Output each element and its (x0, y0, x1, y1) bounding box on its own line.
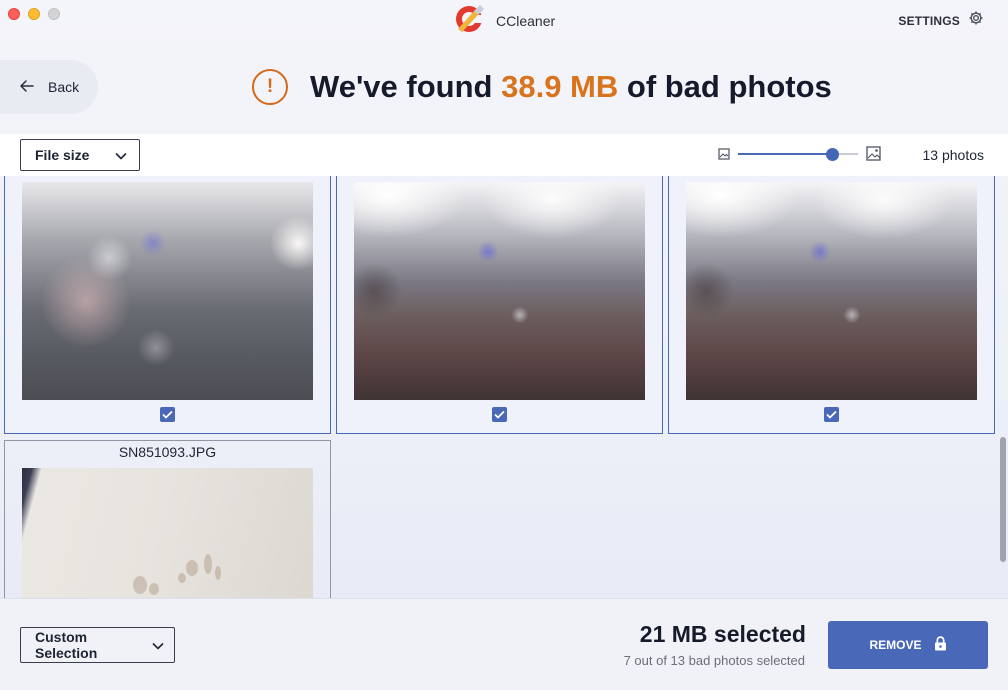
title-bar: CCleaner SETTINGS (0, 0, 1008, 40)
photo-grid: SN851093.JPG (0, 176, 1008, 598)
lock-icon (934, 636, 947, 654)
headline-text: We've found 38.9 MB of bad photos (310, 69, 832, 105)
selection-mode-value: Custom Selection (35, 629, 98, 661)
slider-handle[interactable] (825, 148, 839, 161)
sort-dropdown-value: File size (35, 147, 90, 163)
page-title: ! We've found 38.9 MB of bad photos (252, 66, 832, 108)
remove-button[interactable]: REMOVE (828, 621, 988, 669)
footer-bar: Custom Selection 21 MB selected 7 out of… (0, 598, 1008, 690)
photo-tile[interactable] (4, 176, 331, 434)
blurry-photo-thumbnail[interactable] (686, 182, 977, 400)
settings-button[interactable]: SETTINGS (898, 10, 984, 31)
sort-dropdown[interactable]: File size (20, 139, 140, 171)
headline-suffix: of bad photos (618, 69, 832, 104)
slider-fill (738, 153, 832, 155)
thumbnail-size-slider[interactable] (738, 148, 858, 161)
headline-amount: 38.9 MB (501, 69, 619, 104)
grid-scrollbar[interactable] (1000, 437, 1006, 562)
remove-label: REMOVE (869, 638, 922, 652)
window-minimize-button[interactable] (28, 8, 40, 20)
app-title: CCleaner (496, 13, 556, 29)
blurry-photo-thumbnail[interactable] (354, 182, 645, 400)
settings-label: SETTINGS (898, 13, 960, 28)
app-brand: CCleaner (454, 4, 556, 36)
selected-size: 21 MB selected (639, 621, 806, 647)
back-label: Back (48, 79, 80, 95)
headline-prefix: We've found (310, 69, 502, 104)
photo-tile[interactable] (668, 176, 995, 434)
blurry-photo-thumbnail[interactable] (22, 182, 313, 400)
large-thumbnail-icon (866, 146, 881, 166)
back-button[interactable]: Back (0, 60, 98, 114)
ccleaner-logo-icon (454, 3, 488, 40)
photo-tile[interactable]: SN851093.JPG (4, 440, 331, 598)
window-zoom-button[interactable] (48, 8, 60, 20)
photo-checkbox[interactable] (159, 407, 175, 422)
selected-count: 7 out of 13 bad photos selected (623, 653, 805, 668)
photo-tile[interactable] (336, 176, 663, 434)
photo-filename: SN851093.JPG (118, 444, 217, 460)
photo-count: 13 photos (922, 147, 985, 163)
chevron-down-icon (152, 637, 164, 653)
warning-icon: ! (252, 69, 288, 105)
blurry-photo-thumbnail[interactable] (22, 468, 313, 598)
arrow-left-icon (20, 79, 34, 95)
selection-mode-dropdown[interactable]: Custom Selection (20, 627, 175, 663)
window-close-button[interactable] (8, 8, 20, 20)
gear-icon (968, 10, 984, 31)
small-thumbnail-icon (718, 147, 730, 165)
photo-checkbox[interactable] (823, 407, 839, 422)
photo-checkbox[interactable] (491, 407, 507, 422)
photo-toolbar: File size 13 photos (0, 134, 1008, 176)
chevron-down-icon (115, 147, 127, 163)
